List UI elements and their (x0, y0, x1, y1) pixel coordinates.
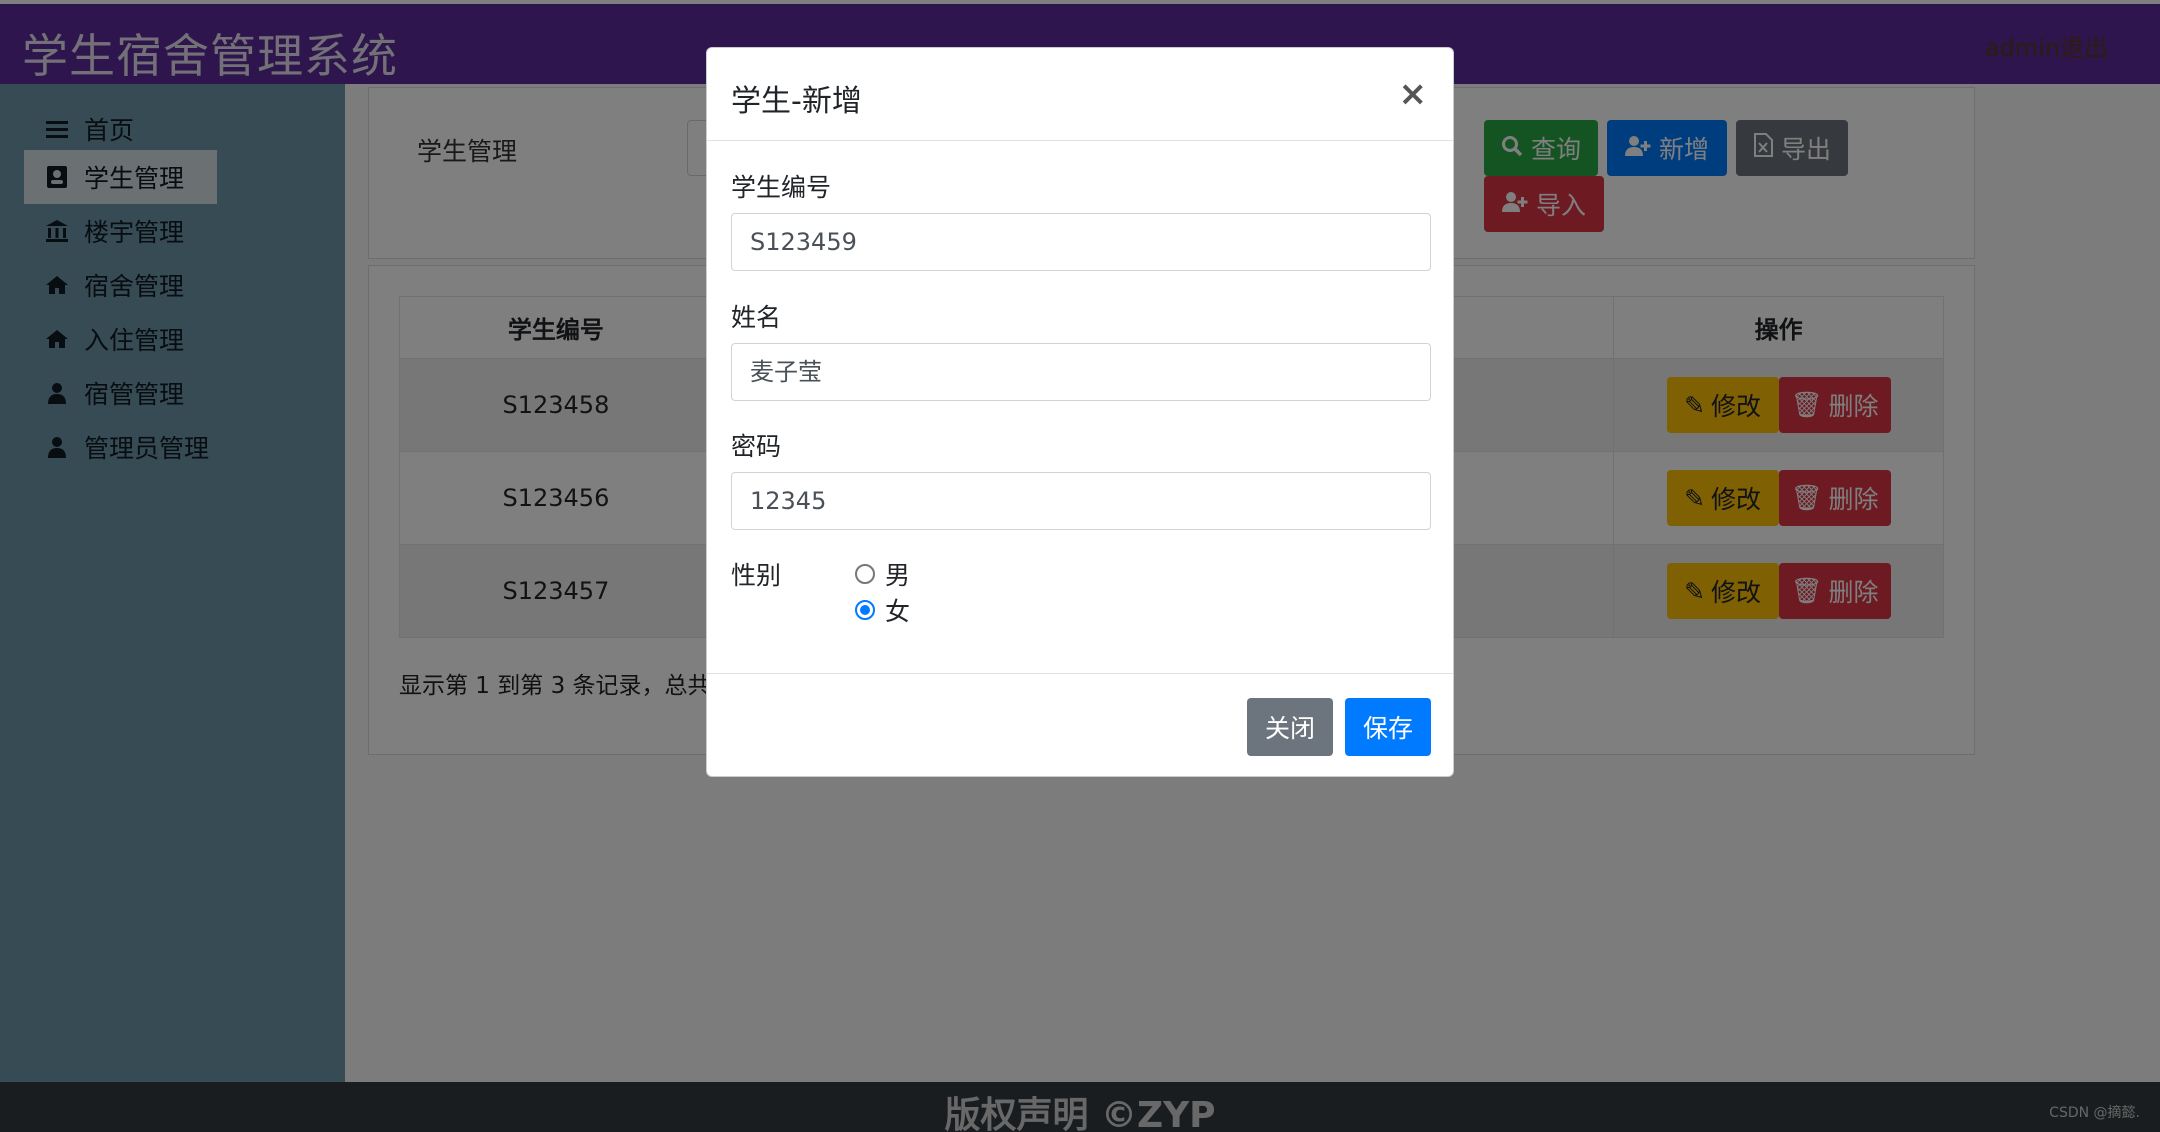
name-label: 姓名 (731, 303, 782, 332)
gender-option-male[interactable]: 男 (855, 556, 910, 592)
gender-option-label: 男 (885, 561, 911, 590)
gender-option-label: 女 (885, 597, 911, 626)
gender-option-female[interactable]: 女 (855, 592, 910, 628)
close-icon[interactable]: × (1399, 74, 1428, 114)
modal-title: 学生-新增 (731, 84, 862, 119)
radio-button[interactable] (855, 564, 875, 584)
radio-button-checked[interactable] (855, 600, 875, 620)
modal-header: 学生-新增 × (707, 48, 1453, 141)
password-label: 密码 (731, 432, 782, 461)
add-student-modal: 学生-新增 × 学生编号 S123459 姓名 麦子莹 密码 12345 性别 … (706, 47, 1454, 777)
student-no-input[interactable]: S123459 (731, 213, 1431, 271)
gender-label: 性别 (731, 561, 782, 590)
student-no-label: 学生编号 (731, 173, 832, 202)
modal-footer: 关闭 保存 (707, 673, 1453, 777)
close-button[interactable]: 关闭 (1247, 698, 1333, 756)
password-input[interactable]: 12345 (731, 472, 1431, 530)
name-input[interactable]: 麦子莹 (731, 343, 1431, 401)
save-button[interactable]: 保存 (1345, 698, 1431, 756)
